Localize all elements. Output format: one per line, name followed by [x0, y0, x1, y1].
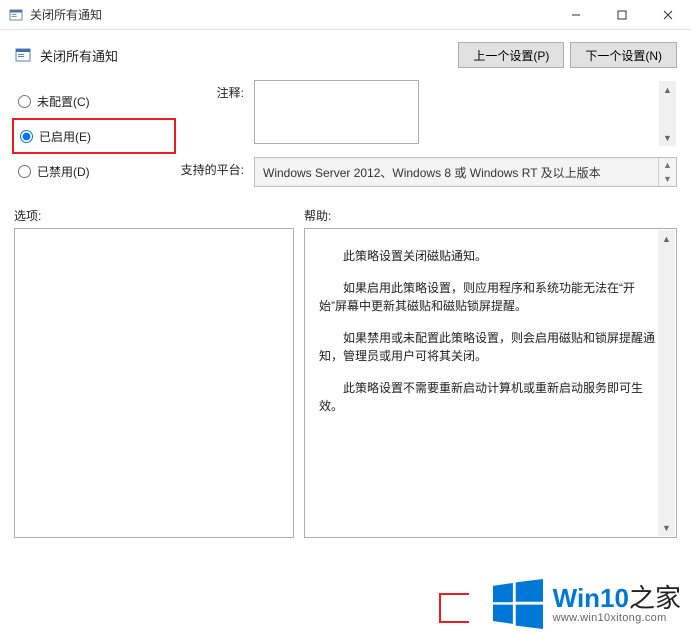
lower-labels: 选项: 帮助: [0, 207, 691, 228]
help-paragraph: 如果禁用或未配置此策略设置，则会启用磁贴和锁屏提醒通知，管理员或用户可将其关闭。 [319, 329, 662, 365]
panes: 此策略设置关闭磁贴通知。 如果启用此策略设置，则应用程序和系统功能无法在“开始”… [0, 228, 691, 538]
options-pane [14, 228, 294, 538]
scroll-down-icon[interactable]: ▼ [659, 129, 676, 146]
help-label: 帮助: [304, 207, 677, 224]
watermark-url: www.win10xitong.com [553, 612, 681, 624]
radio-disabled-label[interactable]: 已禁用(D) [37, 163, 90, 180]
scroll-up-icon[interactable]: ▲ [659, 158, 676, 172]
policy-title: 关闭所有通知 [40, 46, 118, 65]
help-content: 此策略设置关闭磁贴通知。 如果启用此策略设置，则应用程序和系统功能无法在“开始”… [319, 247, 662, 415]
maximize-button[interactable] [599, 0, 645, 29]
scroll-down-icon[interactable]: ▼ [659, 172, 676, 186]
platform-box: Windows Server 2012、Windows 8 或 Windows … [254, 157, 677, 187]
watermark-title: Win10之家 [553, 584, 681, 613]
minimize-button[interactable] [553, 0, 599, 29]
radio-column: 未配置(C) 已启用(E) 已禁用(D) [14, 80, 174, 197]
red-highlight-partial [439, 593, 469, 623]
platform-label: 支持的平台: [174, 157, 254, 187]
policy-icon [14, 46, 32, 64]
config-area: 未配置(C) 已启用(E) 已禁用(D) 注释: ▲ ▼ 支持的平台: [0, 80, 691, 207]
comment-scrollbar[interactable]: ▲ ▼ [659, 81, 676, 146]
comment-textarea[interactable] [254, 80, 419, 144]
radio-enabled[interactable] [20, 130, 33, 143]
next-setting-button[interactable]: 下一个设置(N) [570, 42, 677, 68]
platform-scrollbar[interactable]: ▲ ▼ [658, 158, 676, 186]
scroll-up-icon[interactable]: ▲ [658, 230, 675, 247]
radio-enabled-row: 已启用(E) [16, 121, 172, 151]
radio-not-configured-row: 未配置(C) [14, 86, 174, 116]
platform-text: Windows Server 2012、Windows 8 或 Windows … [255, 158, 658, 186]
help-scrollbar[interactable]: ▲ ▼ [658, 230, 675, 536]
window-icon [8, 7, 24, 23]
radio-enabled-label[interactable]: 已启用(E) [39, 128, 91, 145]
header-row: 关闭所有通知 上一个设置(P) 下一个设置(N) [0, 30, 691, 80]
radio-disabled-row: 已禁用(D) [14, 156, 174, 186]
help-paragraph: 此策略设置不需要重新启动计算机或重新启动服务即可生效。 [319, 379, 662, 415]
help-paragraph: 此策略设置关闭磁贴通知。 [319, 247, 662, 265]
window-title: 关闭所有通知 [30, 6, 102, 23]
radio-not-configured-label[interactable]: 未配置(C) [37, 93, 90, 110]
watermark: Win10之家 www.win10xitong.com [493, 579, 681, 629]
options-label: 选项: [14, 207, 304, 224]
help-pane: 此策略设置关闭磁贴通知。 如果启用此策略设置，则应用程序和系统功能无法在“开始”… [304, 228, 677, 538]
radio-not-configured[interactable] [18, 95, 31, 108]
help-paragraph: 如果启用此策略设置，则应用程序和系统功能无法在“开始”屏幕中更新其磁贴和磁贴锁屏… [319, 279, 662, 315]
windows-logo-icon [493, 579, 543, 629]
scroll-down-icon[interactable]: ▼ [658, 519, 675, 536]
scroll-up-icon[interactable]: ▲ [659, 81, 676, 98]
titlebar: 关闭所有通知 [0, 0, 691, 30]
close-button[interactable] [645, 0, 691, 29]
prev-setting-button[interactable]: 上一个设置(P) [458, 42, 564, 68]
radio-disabled[interactable] [18, 165, 31, 178]
red-highlight-enabled: 已启用(E) [12, 118, 176, 154]
comment-label: 注释: [174, 80, 254, 147]
